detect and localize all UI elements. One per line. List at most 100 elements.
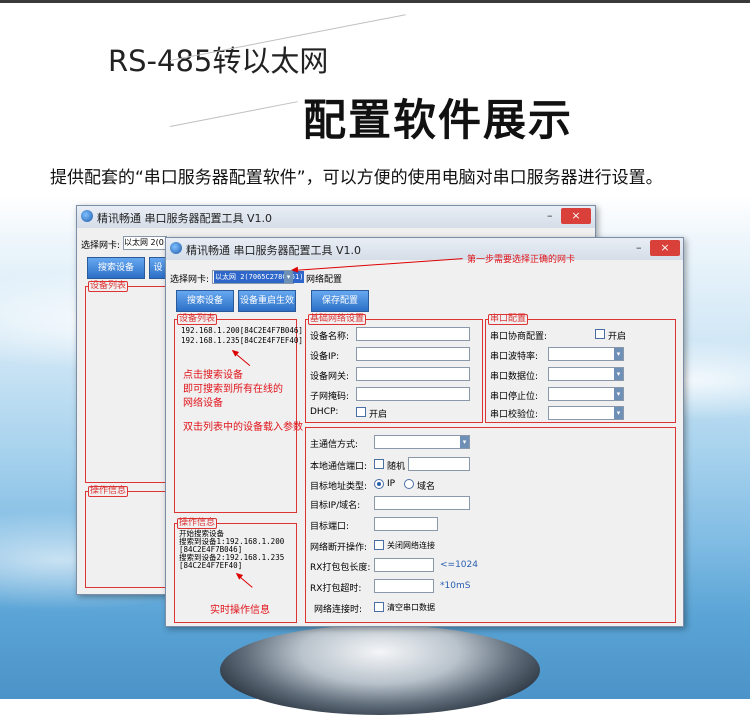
close-button[interactable]: × xyxy=(650,240,680,256)
dropdown-arrow-icon: ▾ xyxy=(614,368,623,380)
clear-data-checkbox[interactable] xyxy=(374,602,384,612)
nic-label: 选择网卡: xyxy=(170,275,210,285)
device-list-item[interactable]: 192.168.1.200[84C2E4F7B046] xyxy=(181,326,303,336)
annotation-search-line: 即可搜索到所有在线的 xyxy=(183,384,283,395)
comm-config-panel: 主通信方式: ▾ 本地通信端口: 随机 目标地址类型: IP 域名 目标IP/域… xyxy=(305,427,676,623)
device-list-title: 设备列表 xyxy=(177,314,218,325)
rx-timeout-label: RX打包超时: xyxy=(310,584,362,594)
dropdown-arrow-icon: ▾ xyxy=(460,436,469,448)
basic-network-panel: 基础网络设置 设备名称: 设备IP: 设备网关: 子网掩码: DHCP: 开启 xyxy=(305,314,483,423)
rx-timeout-unit: *10mS xyxy=(440,581,471,591)
platform-image xyxy=(220,625,540,715)
net-config-tab[interactable]: 网络配置 xyxy=(306,272,342,285)
device-list-item[interactable]: 192.168.1.235[84C2E4F7EF40] xyxy=(181,336,303,346)
subtitle: 提供配套的“串口服务器配置软件”，可以方便的使用电脑对串口服务器进行设置。 xyxy=(50,168,663,188)
dhcp-open-label: 开启 xyxy=(369,410,388,420)
device-gateway-input[interactable] xyxy=(356,367,470,381)
dropdown-arrow-icon: ▾ xyxy=(614,388,623,400)
minimize-button[interactable]: – xyxy=(547,209,553,222)
parity-select[interactable]: ▾ xyxy=(548,406,624,420)
minimize-button[interactable]: – xyxy=(636,241,642,254)
rx-length-input[interactable] xyxy=(374,558,434,572)
app-icon xyxy=(81,210,93,222)
headline-rs485: RS-485转以太网 xyxy=(108,44,329,78)
data-bits-select[interactable]: ▾ xyxy=(548,367,624,381)
target-ip-input[interactable] xyxy=(374,496,470,510)
random-port-checkbox[interactable] xyxy=(374,459,384,469)
annotation-search: 点击搜索设备 即可搜索到所有在线的 网络设备 xyxy=(183,369,283,411)
stop-bits-label: 串口停止位: xyxy=(490,392,539,402)
device-name-label: 设备名称: xyxy=(310,332,350,342)
annotation-step1: 第一步需要选择正确的网卡 xyxy=(467,255,576,265)
baud-rate-label: 串口波特率: xyxy=(490,352,539,362)
close-button[interactable]: × xyxy=(561,208,591,224)
device-ip-input[interactable] xyxy=(356,347,470,361)
device-reset-button[interactable]: 设备重启生效 xyxy=(238,290,296,312)
baud-rate-select[interactable]: ▾ xyxy=(548,347,624,361)
device-list-title: 设备列表 xyxy=(88,281,129,292)
save-config-button[interactable]: 保存配置 xyxy=(311,290,369,312)
window-title: 精讯畅通 串口服务器配置工具 V1.0 xyxy=(97,212,273,225)
target-type-ip-label: IP xyxy=(387,479,396,489)
close-conn-checkbox[interactable] xyxy=(374,540,384,550)
target-type-ip-radio[interactable] xyxy=(374,479,384,489)
nic-label: 选择网卡: xyxy=(81,241,121,251)
conn-action-label: 网络连接时: xyxy=(314,605,363,615)
nic-select[interactable]: 以太网 2(0 xyxy=(123,236,167,250)
log-text: 开始搜索设备 搜索到设备1:192.168.1.200 [84C2E4F7B04… xyxy=(179,530,284,570)
local-port-label: 本地通信端口: xyxy=(310,462,368,472)
search-devices-button[interactable]: 搜索设备 xyxy=(87,257,145,279)
annotation-dblclick: 双击列表中的设备载入参数 xyxy=(183,422,303,433)
dhcp-label: DHCP: xyxy=(310,407,339,417)
stop-bits-select[interactable]: ▾ xyxy=(548,387,624,401)
window-title: 精讯畅通 串口服务器配置工具 V1.0 xyxy=(186,244,362,257)
decorative-line xyxy=(169,101,298,127)
headline-config-software: 配置软件展示 xyxy=(303,96,573,146)
device-list-panel: 设备列表 xyxy=(85,281,167,483)
target-port-label: 目标端口: xyxy=(310,522,350,532)
annotation-search-line: 网络设备 xyxy=(183,398,223,409)
basic-network-title: 基础网络设置 xyxy=(308,314,367,325)
dropdown-arrow-icon: ▾ xyxy=(614,407,623,419)
data-bits-label: 串口数据位: xyxy=(490,372,539,382)
app-icon xyxy=(170,242,182,254)
local-port-input[interactable] xyxy=(408,457,470,471)
close-conn-label: 关闭网络连接 xyxy=(387,541,435,550)
subnet-mask-label: 子网掩码: xyxy=(310,392,350,402)
disconnect-action-label: 网络断开操作: xyxy=(310,543,368,553)
target-type-domain-radio[interactable] xyxy=(404,479,414,489)
target-port-input[interactable] xyxy=(374,517,438,531)
main-comm-mode-select[interactable]: ▾ xyxy=(374,435,470,449)
top-divider xyxy=(0,0,750,3)
device-name-input[interactable] xyxy=(356,327,470,341)
device-ip-label: 设备IP: xyxy=(310,352,340,362)
serial-config-panel: 串口配置 串口协商配置: 开启 串口波特率: ▾ 串口数据位: ▾ 串口停止位:… xyxy=(485,314,676,423)
nic-select[interactable]: 以太网 2(7065C278CD61) ▾ xyxy=(212,270,305,284)
serial-protocol-checkbox[interactable] xyxy=(595,329,605,339)
parity-label: 串口校验位: xyxy=(490,410,539,420)
target-type-label: 目标地址类型: xyxy=(310,482,368,492)
annotation-realtime: 实时操作信息 xyxy=(210,605,270,616)
rx-timeout-input[interactable] xyxy=(374,579,434,593)
subnet-mask-input[interactable] xyxy=(356,387,470,401)
target-type-domain-label: 域名 xyxy=(417,482,436,492)
rx-length-unit: <=1024 xyxy=(440,560,478,570)
serial-config-title: 串口配置 xyxy=(488,314,529,325)
target-ip-label: 目标IP/域名: xyxy=(310,501,361,511)
search-devices-button[interactable]: 搜索设备 xyxy=(176,290,234,312)
log-title: 操作信息 xyxy=(177,518,218,529)
main-comm-mode-label: 主通信方式: xyxy=(310,440,359,450)
device-gateway-label: 设备网关: xyxy=(310,372,350,382)
title-bar: 精讯畅通 串口服务器配置工具 V1.0 – × xyxy=(166,238,683,260)
title-bar: 精讯畅通 串口服务器配置工具 V1.0 – × xyxy=(77,206,595,228)
log-panel: 操作信息 xyxy=(85,486,167,588)
random-port-label: 随机 xyxy=(387,462,406,472)
log-line: [84C2E4F7EF40] xyxy=(179,561,243,570)
device-list[interactable]: 192.168.1.200[84C2E4F7B046] 192.168.1.23… xyxy=(181,326,303,346)
serial-protocol-label: 串口协商配置: xyxy=(490,332,548,342)
dropdown-arrow-icon: ▾ xyxy=(614,348,623,360)
serial-protocol-open-label: 开启 xyxy=(608,332,627,342)
annotation-search-line: 点击搜索设备 xyxy=(183,370,243,381)
rx-length-label: RX打包包长度: xyxy=(310,563,371,573)
dhcp-checkbox[interactable] xyxy=(356,407,366,417)
